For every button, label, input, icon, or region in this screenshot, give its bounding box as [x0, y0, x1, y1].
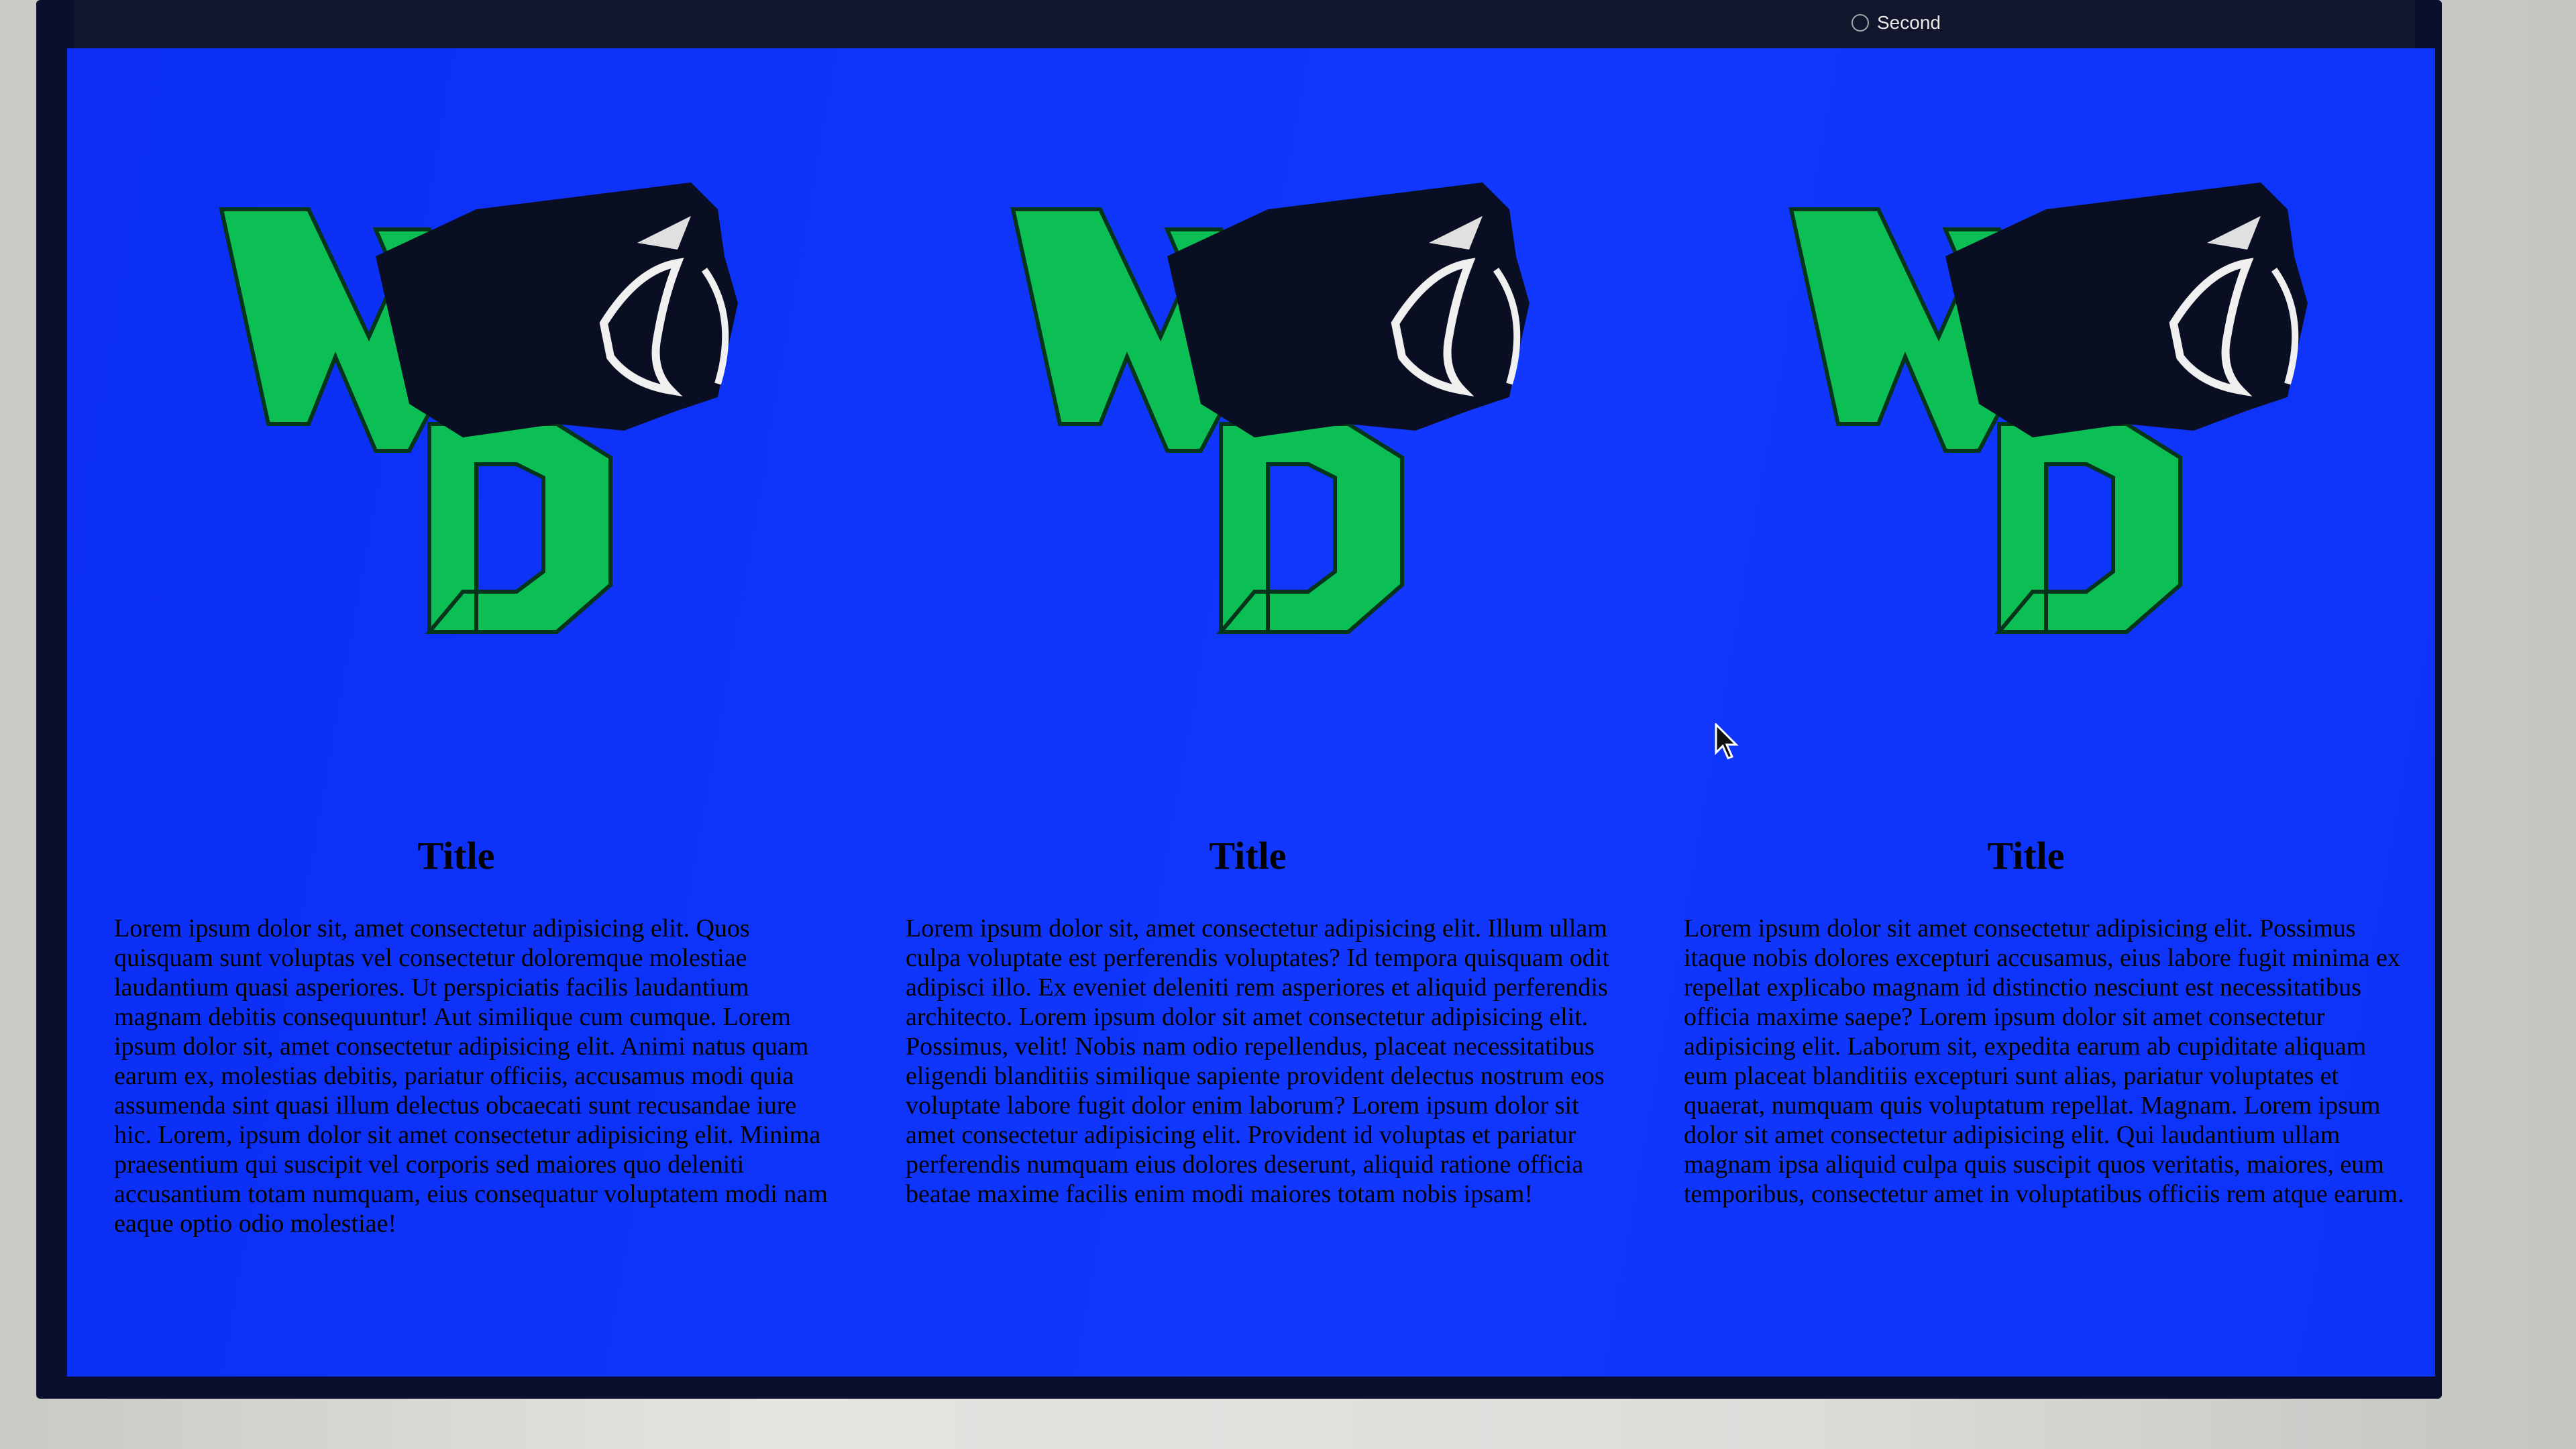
menubar-status-item[interactable]: Second — [1851, 12, 1941, 34]
menubar-item-label: Second — [1877, 12, 1941, 33]
wd-panther-logo-graphic — [219, 182, 738, 634]
column-title: Title — [1209, 834, 1287, 877]
web-page: Title Lorem ipsum dolor sit, amet consec… — [67, 48, 2435, 1377]
mouse-pointer-icon — [1715, 723, 1739, 759]
column-paragraph: Lorem ipsum dolor sit, amet consectetur … — [906, 914, 1609, 1208]
wd-panther-logo-graphic — [1788, 182, 2308, 634]
wd-panther-logo — [1000, 169, 1536, 679]
columns-container: Title Lorem ipsum dolor sit, amet consec… — [67, 48, 2435, 1377]
menu-bar: Second — [74, 0, 2415, 48]
wd-panther-logo — [1778, 169, 2314, 679]
circle-check-icon — [1851, 14, 1869, 32]
wd-panther-logo — [208, 169, 745, 679]
column-title: Title — [1987, 834, 2065, 877]
column-paragraph: Lorem ipsum dolor sit, amet consectetur … — [114, 914, 828, 1238]
column-paragraph: Lorem ipsum dolor sit amet consectetur a… — [1684, 914, 2404, 1208]
wd-panther-logo-graphic — [1010, 182, 1529, 634]
column-title: Title — [417, 834, 495, 877]
